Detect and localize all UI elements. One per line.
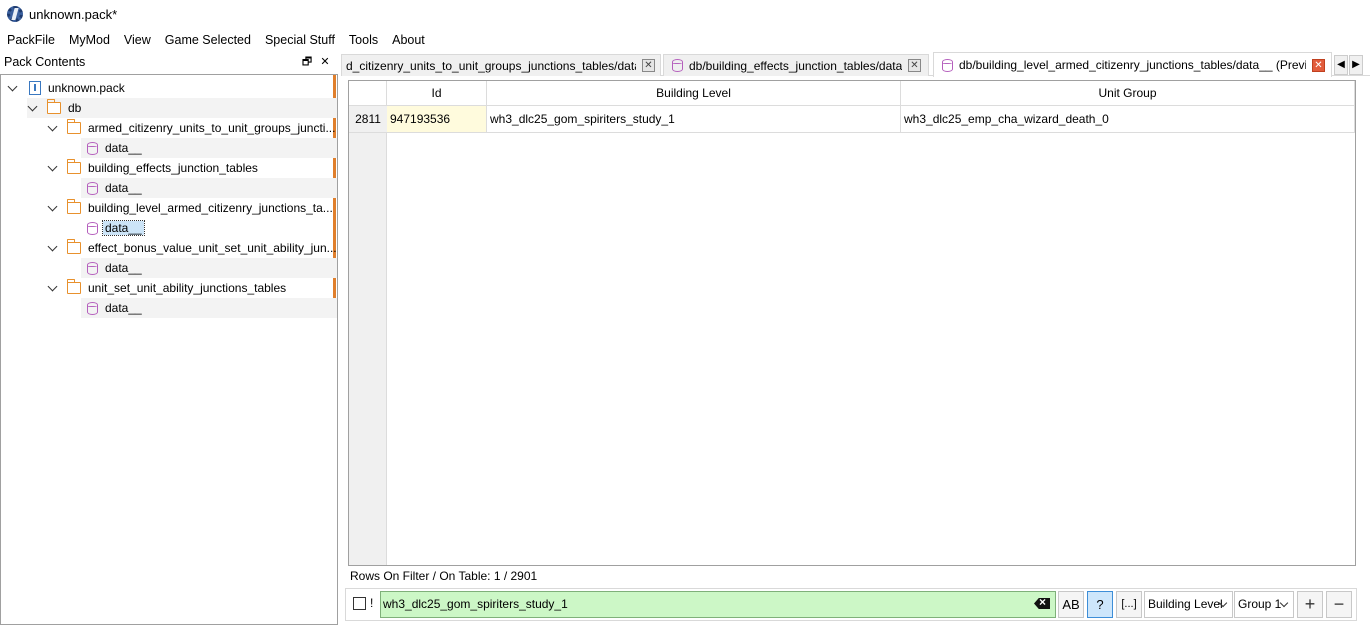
tree-item-root[interactable]: unknown.pack bbox=[7, 78, 125, 98]
tree-label: data__ bbox=[105, 141, 142, 155]
close-dock-icon[interactable]: ✕ bbox=[318, 55, 332, 69]
tree-item-folder[interactable]: effect_bonus_value_unit_set_unit_ability… bbox=[47, 238, 337, 258]
folder-icon bbox=[66, 279, 81, 294]
tab-building-effects[interactable]: db/building_effects_junction_tables/data… bbox=[663, 54, 929, 76]
folder-icon bbox=[66, 239, 81, 254]
filter-group-value: Group 1 bbox=[1238, 597, 1282, 611]
db-table-icon bbox=[672, 59, 683, 72]
tab-label: db/building_level_armed_citizenry_juncti… bbox=[959, 58, 1306, 72]
cell-building-level[interactable]: wh3_dlc25_gom_spiriters_study_1 bbox=[487, 106, 901, 133]
column-header-id[interactable]: Id bbox=[387, 81, 487, 106]
case-sensitive-button[interactable]: AB bbox=[1058, 591, 1084, 618]
not-filter-checkbox[interactable] bbox=[353, 597, 366, 610]
exact-match-button[interactable]: [...] bbox=[1116, 591, 1142, 618]
dock-title: Pack Contents bbox=[4, 55, 86, 69]
folder-icon bbox=[66, 199, 81, 214]
menu-game-selected[interactable]: Game Selected bbox=[158, 30, 258, 50]
tree-label: building_level_armed_citizenry_junctions… bbox=[88, 201, 333, 215]
tree-label: data__ bbox=[105, 261, 142, 275]
filter-group-select[interactable]: Group 1 bbox=[1234, 591, 1294, 618]
row-number[interactable]: 2811 bbox=[349, 106, 387, 133]
chevron-down-icon[interactable] bbox=[47, 122, 59, 134]
pack-tree[interactable]: unknown.pack db armed_citizenry_units_to… bbox=[0, 74, 338, 625]
filter-column-value: Building Level bbox=[1148, 597, 1223, 611]
tab-scroll-right-icon[interactable]: ▶ bbox=[1349, 55, 1363, 75]
tab-armed-citizenry[interactable]: d_citizenry_units_to_unit_groups_junctio… bbox=[341, 54, 661, 76]
db-table-icon bbox=[942, 58, 953, 72]
tree-item-file[interactable]: data__ bbox=[81, 258, 337, 278]
not-filter-label: ! bbox=[370, 596, 374, 610]
tree-item-file[interactable]: data__ bbox=[81, 178, 337, 198]
chevron-down-icon[interactable] bbox=[7, 82, 19, 94]
tab-building-level-preview[interactable]: db/building_level_armed_citizenry_juncti… bbox=[933, 52, 1332, 77]
tree-item-folder[interactable]: building_effects_junction_tables bbox=[47, 158, 258, 178]
tab-label: db/building_effects_junction_tables/data… bbox=[689, 58, 902, 73]
db-table-icon bbox=[87, 141, 98, 155]
tree-label: unit_set_unit_ability_junctions_tables bbox=[88, 281, 287, 295]
db-table-icon bbox=[87, 181, 98, 195]
tree-label: unknown.pack bbox=[48, 81, 125, 95]
tree-label: building_effects_junction_tables bbox=[88, 161, 258, 175]
tree-label: data__ bbox=[105, 181, 142, 195]
row-header-column bbox=[349, 106, 387, 565]
folder-icon bbox=[66, 119, 81, 134]
tree-item-file[interactable]: data__ bbox=[81, 298, 337, 318]
tab-label: d_citizenry_units_to_unit_groups_junctio… bbox=[346, 58, 636, 73]
pack-contents-dock: Pack Contents 🗗 ✕ unknown.pack db armed_… bbox=[0, 52, 338, 625]
rows-status: Rows On Filter / On Table: 1 / 2901 bbox=[350, 569, 538, 583]
filter-bar: ! wh3_dlc25_gom_spiriters_study_1 AB ? [… bbox=[345, 588, 1357, 621]
add-filter-button[interactable]: + bbox=[1297, 591, 1323, 618]
tree-label: db bbox=[68, 101, 82, 115]
app-logo-icon bbox=[7, 6, 23, 22]
menu-view[interactable]: View bbox=[117, 30, 158, 50]
db-table-icon bbox=[87, 261, 98, 275]
tree-label: armed_citizenry_units_to_unit_groups_jun… bbox=[88, 121, 336, 135]
editor-tab-bar: d_citizenry_units_to_unit_groups_junctio… bbox=[341, 52, 1370, 77]
tree-item-db[interactable]: db bbox=[27, 98, 337, 118]
folder-icon bbox=[46, 99, 61, 114]
close-tab-icon[interactable]: ✕ bbox=[908, 59, 921, 72]
remove-filter-button[interactable]: − bbox=[1326, 591, 1352, 618]
dock-header: Pack Contents 🗗 ✕ bbox=[0, 52, 338, 72]
tree-item-folder[interactable]: armed_citizenry_units_to_unit_groups_jun… bbox=[47, 118, 335, 138]
float-dock-icon[interactable]: 🗗 bbox=[300, 55, 314, 69]
table-corner[interactable] bbox=[349, 81, 387, 106]
menu-packfile[interactable]: PackFile bbox=[0, 30, 62, 50]
menu-bar: PackFile MyMod View Game Selected Specia… bbox=[0, 30, 432, 50]
close-tab-icon[interactable]: ✕ bbox=[642, 59, 655, 72]
title-bar: unknown.pack* bbox=[0, 0, 1370, 28]
db-table-icon bbox=[87, 221, 98, 235]
column-header-unit-group[interactable]: Unit Group bbox=[901, 81, 1355, 106]
tree-label: data__ bbox=[105, 301, 142, 315]
tree-label: effect_bonus_value_unit_set_unit_ability… bbox=[88, 241, 337, 255]
chevron-down-icon[interactable] bbox=[27, 102, 39, 114]
chevron-down-icon[interactable] bbox=[47, 242, 59, 254]
tree-item-file-selected[interactable]: data__ bbox=[81, 218, 337, 238]
tab-scroll-left-icon[interactable]: ◀ bbox=[1334, 55, 1348, 75]
menu-tools[interactable]: Tools bbox=[342, 30, 385, 50]
filter-column-select[interactable]: Building Level bbox=[1144, 591, 1233, 618]
column-header-building-level[interactable]: Building Level bbox=[487, 81, 901, 106]
tree-item-folder[interactable]: building_level_armed_citizenry_junctions… bbox=[47, 198, 333, 218]
menu-special-stuff[interactable]: Special Stuff bbox=[258, 30, 342, 50]
cell-unit-group[interactable]: wh3_dlc25_emp_cha_wizard_death_0 bbox=[901, 106, 1355, 133]
chevron-down-icon[interactable] bbox=[47, 202, 59, 214]
folder-icon bbox=[66, 159, 81, 174]
cell-id[interactable]: 947193536 bbox=[387, 106, 487, 133]
close-tab-icon[interactable]: ✕ bbox=[1312, 58, 1325, 72]
window-title: unknown.pack* bbox=[29, 6, 118, 22]
tree-label: data__ bbox=[102, 220, 145, 236]
data-table[interactable]: Id Building Level Unit Group 2811 947193… bbox=[348, 80, 1356, 566]
pack-file-icon bbox=[29, 81, 41, 95]
regex-button[interactable]: ? bbox=[1087, 591, 1113, 618]
chevron-down-icon[interactable] bbox=[47, 282, 59, 294]
filter-input[interactable]: wh3_dlc25_gom_spiriters_study_1 bbox=[380, 591, 1056, 618]
menu-about[interactable]: About bbox=[385, 30, 432, 50]
chevron-down-icon[interactable] bbox=[47, 162, 59, 174]
tree-item-file[interactable]: data__ bbox=[81, 138, 337, 158]
menu-mymod[interactable]: MyMod bbox=[62, 30, 117, 50]
tree-item-folder[interactable]: unit_set_unit_ability_junctions_tables bbox=[47, 278, 286, 298]
db-table-icon bbox=[87, 301, 98, 315]
